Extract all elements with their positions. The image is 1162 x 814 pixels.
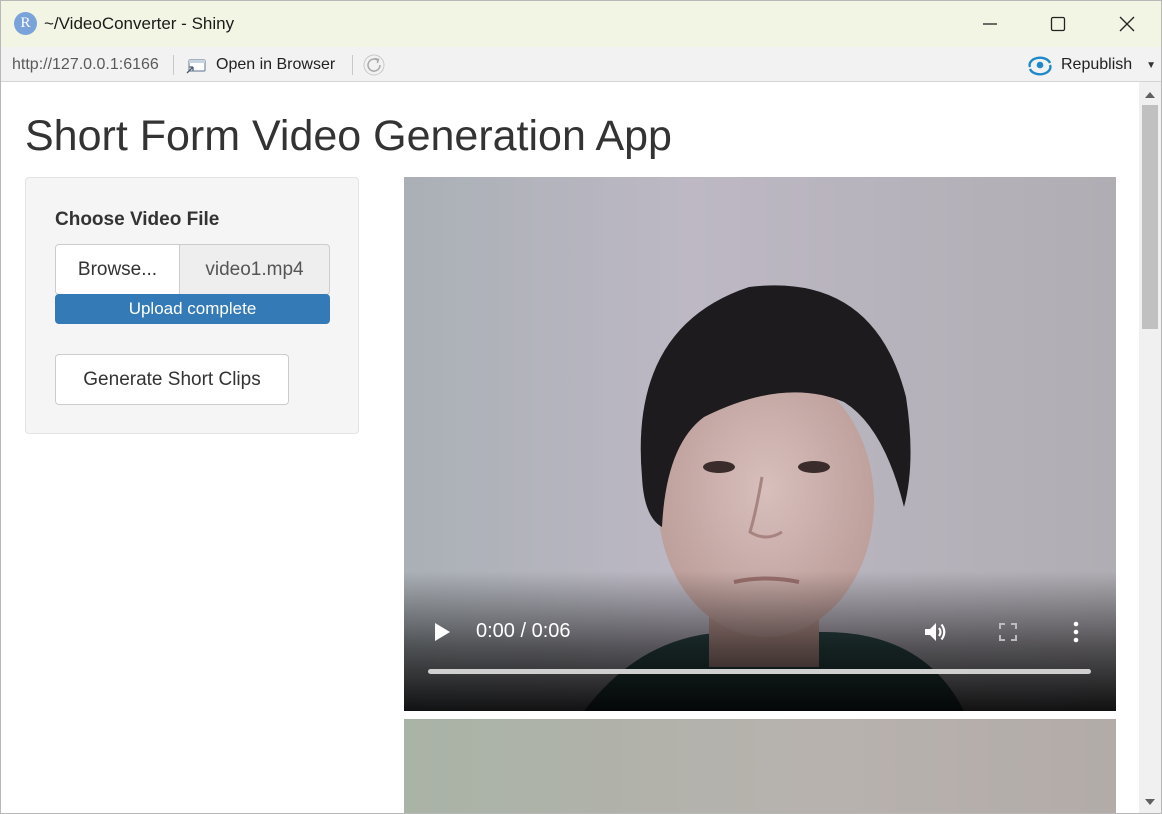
republish-button[interactable]: Republish ▼ xyxy=(1027,53,1156,77)
window-title: ~/VideoConverter - Shiny xyxy=(44,14,235,33)
url-display: http://127.0.0.1:6166 xyxy=(12,56,159,73)
republish-icon xyxy=(1028,56,1052,76)
more-options-button[interactable] xyxy=(1072,621,1080,648)
shiny-window: R ~/VideoConverter - Shiny http://127.0.… xyxy=(0,0,1162,814)
close-button[interactable] xyxy=(1093,1,1161,47)
more-options-icon xyxy=(1073,621,1079,643)
scroll-up-icon[interactable] xyxy=(1144,90,1156,100)
fullscreen-icon xyxy=(999,623,1017,641)
video-controls: 0:00 / 0:06 xyxy=(404,571,1116,711)
generate-short-clips-button[interactable]: Generate Short Clips xyxy=(55,354,289,405)
open-in-browser-button[interactable]: Open in Browser xyxy=(185,53,335,77)
video-player[interactable]: 0:00 / 0:06 xyxy=(404,177,1116,711)
republish-label: Republish xyxy=(1061,56,1133,73)
browse-button[interactable]: Browse... xyxy=(55,244,180,295)
volume-button[interactable] xyxy=(923,620,949,649)
page-title: Short Form Video Generation App xyxy=(25,112,672,160)
maximize-icon xyxy=(1050,16,1066,32)
sidebar-panel: Choose Video File Browse... video1.mp4 U… xyxy=(25,177,359,434)
seek-bar[interactable] xyxy=(428,669,1091,674)
scroll-down-icon[interactable] xyxy=(1144,797,1156,807)
minimize-icon xyxy=(983,23,997,25)
viewer-toolbar: http://127.0.0.1:6166 Open in Browser Re… xyxy=(1,47,1161,82)
file-input-group: Browse... video1.mp4 xyxy=(55,244,330,295)
close-icon xyxy=(1119,16,1135,32)
time-display: 0:00 / 0:06 xyxy=(476,620,571,642)
maximize-button[interactable] xyxy=(1024,1,1092,47)
r-logo-icon: R xyxy=(14,12,37,35)
play-icon xyxy=(435,623,450,641)
title-bar: R ~/VideoConverter - Shiny xyxy=(1,1,1161,47)
vertical-scrollbar[interactable] xyxy=(1139,82,1161,813)
minimize-button[interactable] xyxy=(956,1,1024,47)
file-name-display: video1.mp4 xyxy=(180,244,330,295)
republish-dropdown-icon[interactable]: ▼ xyxy=(1146,60,1156,71)
app-viewport: Short Form Video Generation App Choose V… xyxy=(1,82,1139,813)
toolbar-separator xyxy=(173,55,174,75)
scrollbar-thumb[interactable] xyxy=(1142,105,1158,329)
upload-progress-bar: Upload complete xyxy=(55,294,330,324)
video-player-second[interactable] xyxy=(404,719,1116,813)
open-in-browser-icon xyxy=(186,59,206,74)
refresh-icon xyxy=(363,54,385,76)
toolbar-separator xyxy=(352,55,353,75)
fullscreen-button[interactable] xyxy=(998,622,1018,647)
file-input-label: Choose Video File xyxy=(55,209,220,230)
volume-icon xyxy=(925,623,946,641)
play-button[interactable] xyxy=(432,621,452,648)
open-in-browser-label: Open in Browser xyxy=(216,56,336,73)
refresh-button[interactable] xyxy=(362,53,386,82)
